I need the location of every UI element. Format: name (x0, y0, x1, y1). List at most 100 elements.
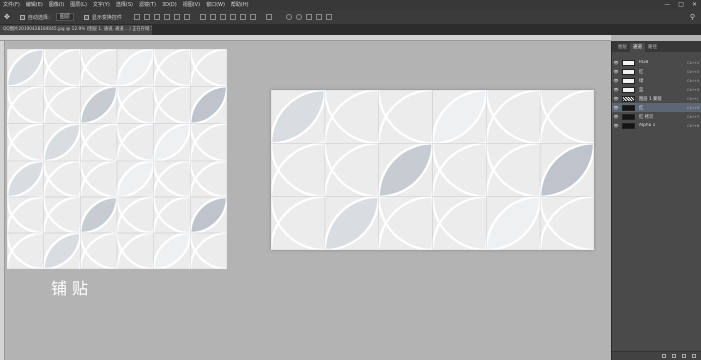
search-icon[interactable]: ⚲ (690, 13, 695, 21)
main-pattern-document (271, 90, 594, 250)
menu-item[interactable]: 图层(L) (67, 0, 90, 10)
document-tab[interactable]: QQ图片20190428184045.jpg @ 12.9% (图层 1, 通道… (0, 25, 152, 35)
tiled-preview-top (7, 49, 227, 161)
auto-select-checkbox[interactable] (19, 14, 25, 20)
menu-bar: 文件(F) 编辑(E) 图像(I) 图层(L) 文字(Y) 选择(S) 滤镜(T) 3D(D)… (0, 0, 701, 10)
eye-icon[interactable]: 👁 (613, 123, 619, 128)
show-transform-checkbox[interactable] (83, 14, 89, 20)
pattern-cell (79, 122, 118, 161)
pattern-cell (152, 49, 191, 88)
channel-row[interactable]: 👁 红 拷贝 Ctrl+7 (612, 112, 701, 121)
menu-item[interactable]: 3D(D) (159, 0, 180, 10)
pattern-cell (539, 142, 594, 198)
pattern-cell (152, 85, 191, 125)
eye-icon[interactable]: 👁 (613, 114, 619, 119)
eye-icon[interactable]: 👁 (613, 87, 619, 92)
menu-item[interactable]: 图像(I) (46, 0, 67, 10)
tab-channels[interactable]: 通道 (630, 43, 645, 52)
canvas-area[interactable] (5, 41, 611, 360)
distribute-center-icon[interactable] (239, 14, 246, 20)
channel-name: 绿 (639, 78, 644, 84)
distribute-right-icon[interactable] (249, 14, 256, 20)
align-center-icon[interactable] (173, 14, 180, 20)
arc-pattern (7, 49, 227, 161)
pattern-cell (323, 142, 379, 198)
pattern-cell (42, 161, 81, 199)
auto-align-icon[interactable] (265, 14, 272, 20)
save-selection-icon[interactable] (672, 354, 676, 358)
arc-pattern (271, 90, 594, 250)
align-right-icon[interactable] (183, 14, 190, 20)
channel-name: 红 拷贝 (639, 114, 654, 120)
pattern-cell (42, 49, 81, 88)
channel-row[interactable]: 👁 绿 Ctrl+4 (612, 76, 701, 85)
menu-item[interactable]: 选择(S) (113, 0, 136, 10)
align-left-icon[interactable] (163, 14, 170, 20)
3d-pan-icon[interactable] (305, 14, 312, 20)
pattern-cell (377, 90, 433, 145)
3d-roll-icon[interactable] (295, 14, 302, 20)
eye-icon[interactable]: 👁 (613, 60, 619, 65)
channel-row[interactable]: 👁 红 Ctrl+3 (612, 67, 701, 76)
channel-thumbnail (622, 77, 635, 84)
align-top-icon[interactable] (133, 14, 140, 20)
pattern-cell (152, 161, 191, 199)
delete-channel-icon[interactable] (692, 354, 696, 358)
pattern-cell (189, 231, 227, 269)
pattern-cell (271, 90, 326, 145)
menu-item[interactable]: 编辑(E) (23, 0, 46, 10)
channel-shortcut: Ctrl+2 (687, 60, 700, 65)
align-middle-icon[interactable] (143, 14, 150, 20)
pattern-cell (7, 195, 44, 235)
close-button[interactable]: ✕ (692, 0, 697, 10)
tab-layers[interactable]: 图层 (615, 43, 630, 52)
menu-item[interactable]: 视图(V) (180, 0, 203, 10)
eye-icon[interactable]: 👁 (613, 69, 619, 74)
pattern-cell (115, 231, 154, 269)
channel-shortcut: Ctrl+\ (687, 96, 699, 101)
menu-item[interactable]: 帮助(H) (228, 0, 252, 10)
new-channel-icon[interactable] (682, 354, 686, 358)
document-tab-bar: QQ图片20190428184045.jpg @ 12.9% (图层 1, 通道… (0, 25, 701, 35)
distribute-top-icon[interactable] (199, 14, 206, 20)
pattern-cell (189, 122, 227, 161)
channel-row[interactable]: 👁 红 Ctrl+6 (612, 103, 701, 112)
pattern-cell (79, 85, 119, 125)
pattern-cell (115, 122, 154, 161)
channel-name: RGB (639, 60, 649, 65)
menu-item[interactable]: 滤镜(T) (136, 0, 159, 10)
pattern-cell (189, 49, 227, 88)
3d-rotate-icon[interactable] (285, 14, 292, 20)
channel-row[interactable]: 👁 RGB Ctrl+2 (612, 58, 701, 67)
distribute-bottom-icon[interactable] (219, 14, 226, 20)
tab-paths[interactable]: 路径 (645, 43, 660, 52)
load-selection-icon[interactable] (662, 354, 666, 358)
minimize-button[interactable]: — (664, 0, 670, 10)
menu-item[interactable]: 文字(Y) (90, 0, 113, 10)
tiling-caption: 铺贴 (51, 279, 94, 298)
pattern-cell (539, 195, 594, 250)
eye-icon[interactable]: 👁 (613, 105, 619, 110)
eye-icon[interactable]: 👁 (613, 78, 619, 83)
distribute-left-icon[interactable] (229, 14, 236, 20)
distribute-middle-icon[interactable] (209, 14, 216, 20)
channel-row[interactable]: 👁 蓝 Ctrl+5 (612, 85, 701, 94)
3d-slide-icon[interactable] (315, 14, 322, 20)
eye-icon[interactable]: 👁 (613, 96, 619, 101)
move-tool-icon[interactable]: ✥ (4, 13, 10, 21)
channel-name: Alpha 1 (639, 123, 656, 128)
panel-tabs: 图层 通道 路径 (612, 41, 701, 52)
menu-item[interactable]: 窗口(W) (203, 0, 228, 10)
channel-row[interactable]: 👁 图层 1 蒙版 Ctrl+\ (612, 94, 701, 103)
pattern-cell (7, 85, 44, 125)
channel-thumbnail (622, 113, 635, 120)
3d-scale-icon[interactable] (325, 14, 332, 20)
align-bottom-icon[interactable] (153, 14, 160, 20)
pattern-cell (152, 195, 191, 235)
channel-row[interactable]: 👁 Alpha 1 Ctrl+8 (612, 121, 701, 130)
auto-select-dropdown[interactable]: 图层 (55, 13, 74, 21)
maximize-button[interactable]: □ (678, 0, 684, 10)
menu-item[interactable]: 文件(F) (0, 0, 23, 10)
channel-shortcut: Ctrl+4 (687, 78, 700, 83)
pattern-cell (115, 85, 154, 125)
